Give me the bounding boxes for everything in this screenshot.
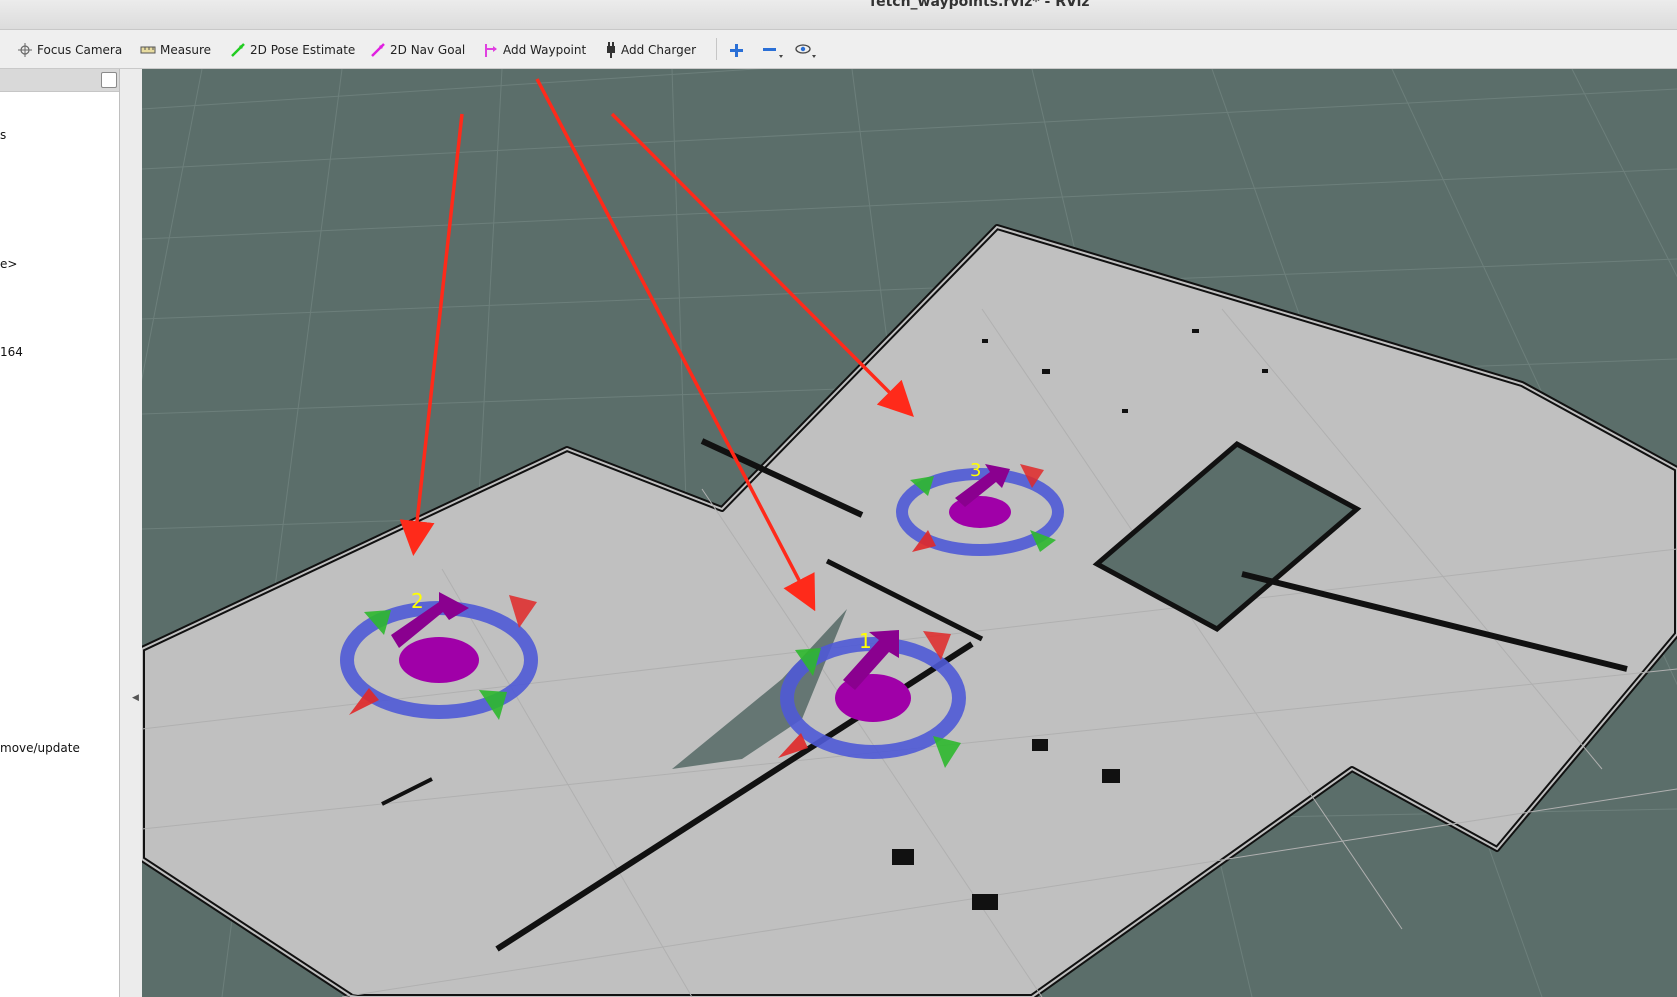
- add-waypoint-label: Add Waypoint: [503, 43, 587, 57]
- add-waypoint-tool[interactable]: Add Waypoint: [483, 41, 586, 59]
- plug-icon: [607, 42, 615, 58]
- panel-text-fragment: s: [0, 128, 7, 142]
- window-title: fetch_waypoints.rviz* - RViz: [870, 0, 1090, 10]
- collapse-arrow-icon: ◀: [132, 693, 139, 703]
- tool-toolbar: Focus Camera Measure 2D Pose Estimate 2D…: [0, 30, 1677, 69]
- waypoint-label: 3: [970, 460, 981, 481]
- eye-icon: [795, 44, 816, 58]
- add-charger-label: Add Charger: [621, 43, 697, 57]
- measure-tool[interactable]: Measure: [140, 41, 211, 59]
- view-options-button[interactable]: [795, 41, 821, 59]
- ruler-icon: [140, 46, 156, 54]
- green-arrow-icon: [231, 43, 245, 57]
- measure-label: Measure: [160, 43, 211, 57]
- panel-text-fragment: e>: [0, 257, 18, 271]
- panel-text-fragment: 164: [0, 345, 23, 359]
- pose-estimate-tool[interactable]: 2D Pose Estimate: [230, 41, 355, 59]
- panel-splitter[interactable]: ◀: [120, 69, 142, 997]
- panel-text-fragment: move/update: [0, 741, 80, 755]
- focus-camera-label: Focus Camera: [37, 43, 123, 57]
- waypoint-label: 2: [411, 589, 424, 613]
- magenta-arrow-icon: [371, 43, 385, 57]
- window-title-bar: fetch_waypoints.rviz* - RViz: [0, 0, 1677, 30]
- scene-svg: 2 1 3: [142, 69, 1677, 997]
- nav-goal-tool[interactable]: 2D Nav Goal: [370, 41, 465, 59]
- waypoint-icon: [485, 44, 497, 57]
- remove-tool-button[interactable]: [762, 41, 788, 59]
- plus-icon: [730, 44, 743, 57]
- crosshair-icon: [18, 43, 32, 57]
- pose-estimate-label: 2D Pose Estimate: [250, 43, 356, 57]
- minus-icon: [763, 48, 783, 58]
- panel-checkbox[interactable]: [101, 72, 117, 88]
- add-tool-button[interactable]: [728, 41, 748, 59]
- focus-camera-tool[interactable]: Focus Camera: [17, 41, 122, 59]
- displays-panel: s e> 164 move/update: [0, 69, 120, 997]
- add-charger-tool[interactable]: Add Charger: [605, 41, 696, 59]
- nav-goal-label: 2D Nav Goal: [390, 43, 466, 57]
- waypoint-label: 1: [859, 629, 872, 653]
- panel-header: [0, 69, 119, 92]
- 3d-render-view[interactable]: 2 1 3: [142, 69, 1677, 997]
- toolbar-separator: [716, 38, 717, 60]
